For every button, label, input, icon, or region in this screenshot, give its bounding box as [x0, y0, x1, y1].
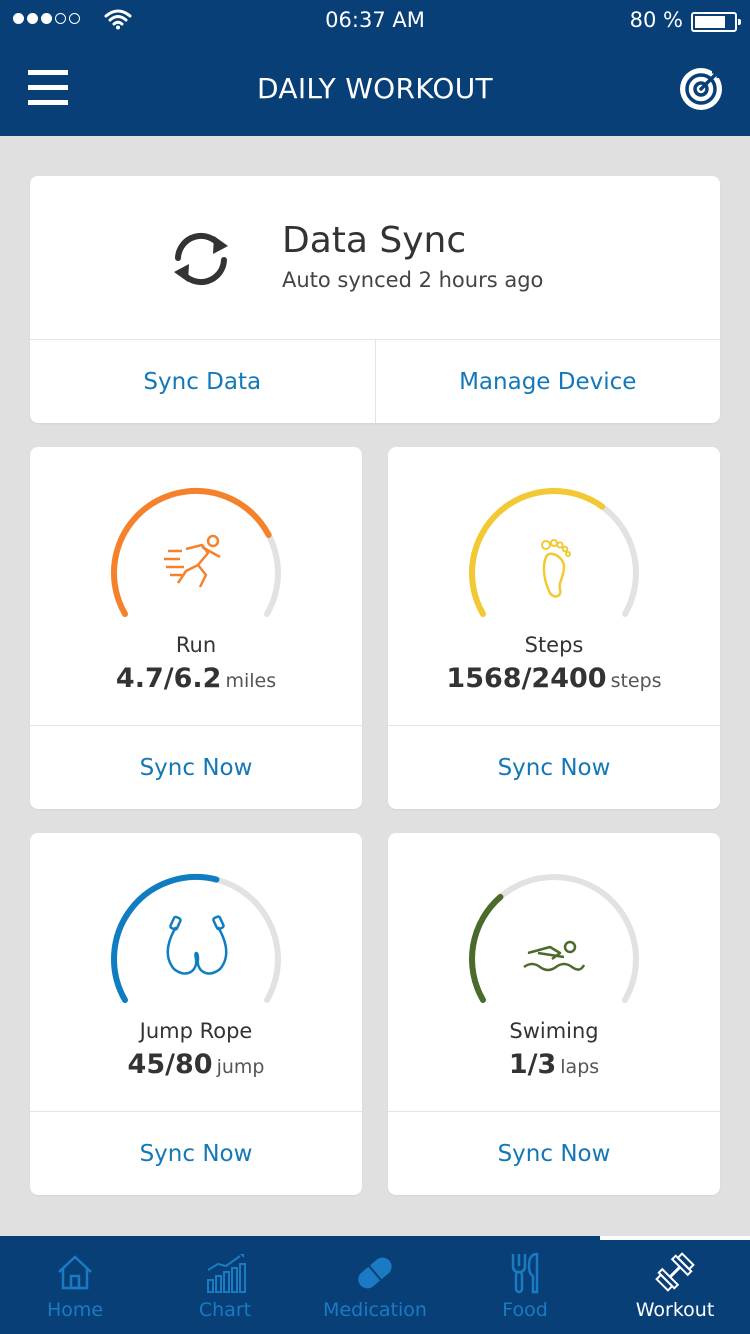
- run-card: Run 4.7/6.2 miles Sync Now: [30, 447, 362, 809]
- sync-icon: [174, 232, 228, 286]
- metric-name: Jump Rope: [139, 1019, 253, 1043]
- jump-rope-progress-gauge: [111, 873, 281, 1003]
- manage-device-button[interactable]: Manage Device: [374, 340, 721, 423]
- footprint-icon: [541, 539, 571, 598]
- metric-value: 1568/2400 steps: [446, 663, 662, 694]
- steps-progress-gauge: [469, 487, 639, 617]
- target-icon[interactable]: [678, 66, 724, 112]
- gauge-progress: [110, 487, 272, 617]
- dumbbell-icon: [655, 1252, 695, 1292]
- swimming-progress-gauge: [469, 873, 639, 1003]
- sync-now-button[interactable]: Sync Now: [30, 1111, 362, 1195]
- tab-medication[interactable]: Medication: [300, 1236, 450, 1334]
- gauge-progress: [111, 874, 220, 1003]
- metric-name: Swiming: [509, 1019, 599, 1043]
- metric-name: Run: [175, 633, 217, 657]
- tab-chart[interactable]: Chart: [150, 1236, 300, 1334]
- gauge-track: [469, 873, 639, 1003]
- tab-workout[interactable]: Workout: [600, 1236, 750, 1334]
- steps-card: Steps 1568/2400 steps Sync Now: [388, 447, 720, 809]
- metric-value: 1/3 laps: [508, 1049, 600, 1080]
- navigation-bar: DAILY WORKOUT: [0, 42, 750, 136]
- bar-chart-icon: [207, 1254, 246, 1293]
- gauge-track: [111, 487, 281, 617]
- metric-value: 4.7/6.2 miles: [115, 663, 277, 694]
- tab-home[interactable]: Home: [0, 1236, 150, 1334]
- gauge-track: [111, 873, 281, 1003]
- battery-icon: [691, 12, 741, 32]
- data-sync-subtitle: Auto synced 2 hours ago: [282, 268, 544, 292]
- metric-value: 45/80 jump: [127, 1049, 265, 1080]
- swimmer-icon: [523, 940, 586, 972]
- jump-rope-icon: [166, 915, 228, 975]
- fork-knife-icon: [511, 1252, 539, 1294]
- battery-percentage: 80 %: [629, 8, 683, 32]
- sync-now-button[interactable]: Sync Now: [30, 725, 362, 809]
- swimming-card: Swiming 1/3 laps Sync Now: [388, 833, 720, 1195]
- home-icon: [58, 1255, 92, 1290]
- pill-icon: [358, 1257, 392, 1289]
- sync-data-button[interactable]: Sync Data: [30, 340, 375, 423]
- tab-food[interactable]: Food: [450, 1236, 600, 1334]
- data-sync-card: Data Sync Auto synced 2 hours ago Sync D…: [30, 176, 720, 423]
- gauge-progress: [469, 488, 606, 617]
- runner-icon: [164, 534, 221, 588]
- bottom-tab-bar: Home Chart Medication Food Workout: [0, 1236, 750, 1334]
- page-title: DAILY WORKOUT: [257, 72, 493, 105]
- jump-rope-card: Jump Rope 45/80 jump Sync Now: [30, 833, 362, 1195]
- status-bar: 06:37 AM 80 %: [0, 0, 750, 42]
- data-sync-title: Data Sync: [282, 220, 467, 261]
- run-progress-gauge: [110, 487, 281, 617]
- sync-now-button[interactable]: Sync Now: [388, 1111, 720, 1195]
- gauge-progress: [469, 893, 504, 1003]
- sync-now-button[interactable]: Sync Now: [388, 725, 720, 809]
- metric-name: Steps: [524, 633, 584, 657]
